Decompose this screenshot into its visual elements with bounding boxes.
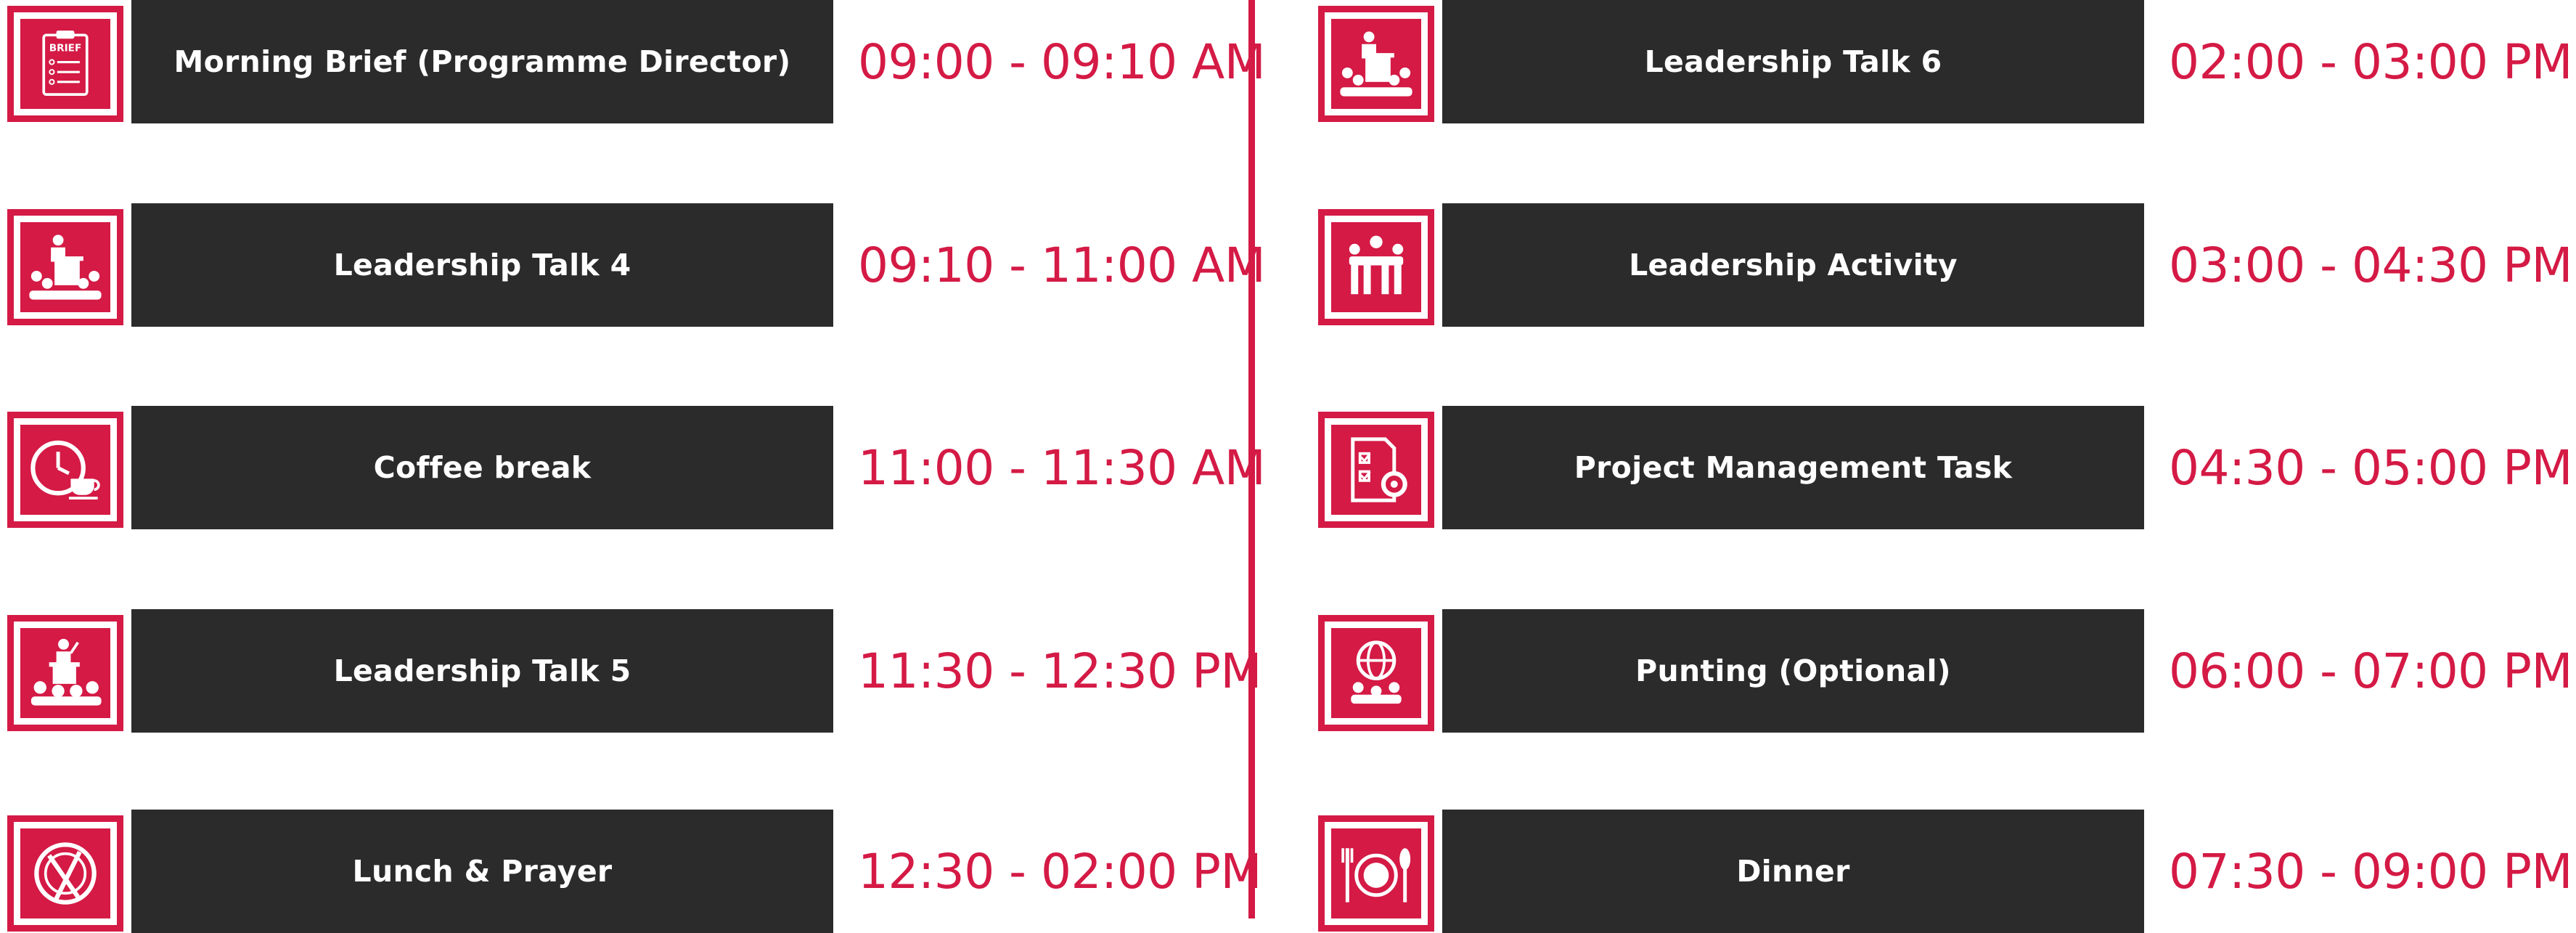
session-time: 06:00 - 07:00 PM <box>2169 643 2572 699</box>
schedule-row: Leadership Talk 6 02:00 - 03:00 PM <box>1311 0 2574 123</box>
speaker-audience-icon <box>20 628 110 718</box>
schedule-row: Lunch & Prayer 12:30 - 02:00 PM <box>0 810 1263 933</box>
speaker-podium-icon <box>1331 19 1421 109</box>
schedule-row: Project Management Task 04:30 - 05:00 PM <box>1311 406 2574 529</box>
schedule-row: Leadership Talk 5 11:30 - 12:30 PM <box>0 609 1263 733</box>
session-time: 12:30 - 02:00 PM <box>858 843 1262 900</box>
session-time: 11:30 - 12:30 PM <box>858 643 1262 699</box>
session-title-bar: Leadership Activity <box>1442 203 2144 327</box>
schedule-row: Punting (Optional) 06:00 - 07:00 PM <box>1311 609 2574 733</box>
session-title-bar: Leadership Talk 4 <box>131 203 833 327</box>
session-title: Punting (Optional) <box>1635 653 1951 688</box>
session-title-bar: Punting (Optional) <box>1442 609 2144 733</box>
session-title: Leadership Talk 4 <box>333 248 631 282</box>
session-title-bar: Morning Brief (Programme Director) <box>131 0 833 123</box>
checklist-gear-icon <box>1331 425 1421 515</box>
session-title-bar: Lunch & Prayer <box>131 810 833 933</box>
icon-frame <box>1318 6 1434 122</box>
session-time: 11:00 - 11:30 AM <box>858 439 1266 496</box>
schedule-row: BRIEF Morning Brief (Programme Director)… <box>0 0 1266 123</box>
icon-frame <box>7 209 123 325</box>
plate-cutlery-icon <box>20 828 110 918</box>
session-title-bar: Coffee break <box>131 406 833 529</box>
session-title: Dinner <box>1736 854 1850 889</box>
session-time: 09:10 - 11:00 AM <box>858 237 1266 293</box>
session-title-bar: Leadership Talk 6 <box>1442 0 2144 123</box>
session-title: Lunch & Prayer <box>352 854 613 889</box>
icon-frame: BRIEF <box>7 6 123 122</box>
schedule-row: Coffee break 11:00 - 11:30 AM <box>0 406 1266 529</box>
schedule-row: Leadership Talk 4 09:10 - 11:00 AM <box>0 203 1266 327</box>
dinner-plate-icon <box>1331 828 1421 918</box>
globe-people-icon <box>1331 628 1421 718</box>
session-title: Leadership Talk 6 <box>1644 44 1942 79</box>
session-time: 07:30 - 09:00 PM <box>2169 843 2572 900</box>
session-title: Project Management Task <box>1574 450 2013 485</box>
icon-frame <box>1318 412 1434 528</box>
speaker-podium-icon <box>20 222 110 312</box>
session-title-bar: Project Management Task <box>1442 406 2144 529</box>
session-title-bar: Leadership Talk 5 <box>131 609 833 733</box>
icon-frame <box>1318 209 1434 325</box>
session-title: Leadership Activity <box>1629 248 1958 282</box>
column-divider <box>1248 0 1255 918</box>
icon-frame <box>1318 815 1434 932</box>
schedule-column-right: Leadership Talk 6 02:00 - 03:00 PM Leade… <box>1311 0 2574 933</box>
schedule-row: Dinner 07:30 - 09:00 PM <box>1311 810 2574 933</box>
schedule-row: Leadership Activity 03:00 - 04:30 PM <box>1311 203 2574 327</box>
clock-coffee-icon <box>20 425 110 515</box>
session-title: Coffee break <box>373 450 592 485</box>
session-time: 04:30 - 05:00 PM <box>2169 439 2572 496</box>
icon-frame <box>7 615 123 731</box>
session-title: Morning Brief (Programme Director) <box>173 44 791 79</box>
session-title: Leadership Talk 5 <box>333 653 631 688</box>
schedule-column-left: BRIEF Morning Brief (Programme Director)… <box>0 0 1266 933</box>
session-time: 09:00 - 09:10 AM <box>858 33 1266 90</box>
team-group-icon <box>1331 222 1421 312</box>
icon-frame <box>7 815 123 932</box>
session-time: 02:00 - 03:00 PM <box>2169 33 2572 90</box>
icon-frame <box>7 412 123 528</box>
brief-clipboard-icon: BRIEF <box>20 19 110 109</box>
brief-icon-text: BRIEF <box>49 43 82 54</box>
icon-frame <box>1318 615 1434 731</box>
session-title-bar: Dinner <box>1442 810 2144 933</box>
session-time: 03:00 - 04:30 PM <box>2169 237 2572 293</box>
